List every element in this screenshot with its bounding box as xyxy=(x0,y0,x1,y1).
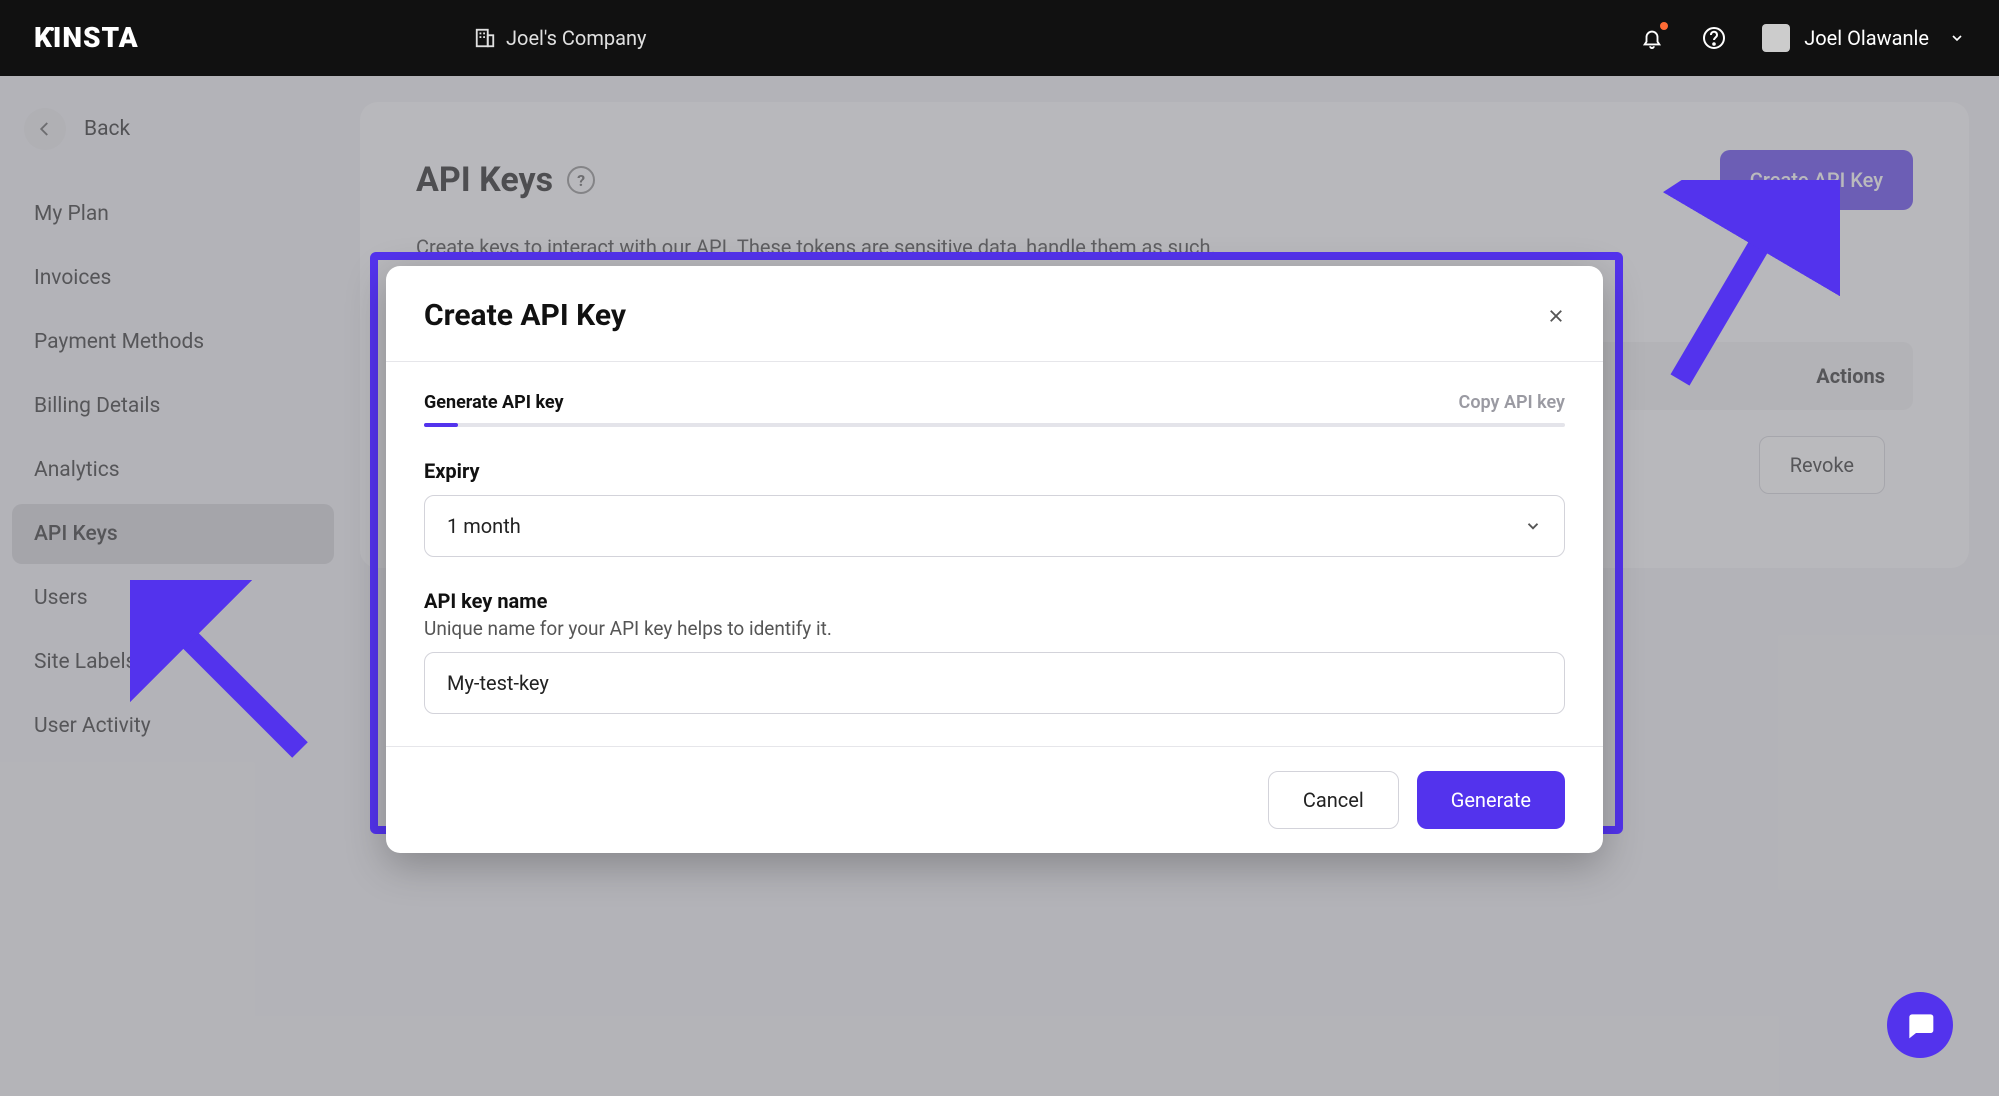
modal-body: Generate API key Copy API key Expiry 1 m… xyxy=(386,362,1603,746)
create-api-key-modal: Create API Key Generate API key Copy API… xyxy=(386,266,1603,853)
cancel-button[interactable]: Cancel xyxy=(1268,771,1399,829)
help-circle-icon xyxy=(1702,26,1726,50)
modal-steps: Generate API key Copy API key xyxy=(424,392,1565,413)
chevron-down-icon xyxy=(1949,30,1965,46)
help-button[interactable] xyxy=(1700,24,1728,52)
company-name: Joel's Company xyxy=(506,26,647,50)
topbar-right: Joel Olawanle xyxy=(1638,24,1965,52)
company-selector[interactable]: Joel's Company xyxy=(474,26,647,50)
modal-close-button[interactable] xyxy=(1547,307,1565,325)
kinsta-logo-icon: KINSTA xyxy=(34,23,164,53)
expiry-select[interactable]: 1 month xyxy=(424,495,1565,557)
progress-track xyxy=(424,423,1565,427)
step-copy: Copy API key xyxy=(1459,392,1565,413)
generate-button[interactable]: Generate xyxy=(1417,771,1565,829)
modal-title: Create API Key xyxy=(424,298,626,333)
notifications-button[interactable] xyxy=(1638,24,1666,52)
api-key-name-sub: Unique name for your API key helps to id… xyxy=(424,617,1565,640)
modal-footer: Cancel Generate xyxy=(386,746,1603,853)
api-key-name-input[interactable] xyxy=(424,652,1565,714)
chat-icon xyxy=(1904,1009,1936,1041)
avatar xyxy=(1762,24,1790,52)
progress-fill xyxy=(424,423,458,427)
building-icon xyxy=(474,27,496,49)
close-icon xyxy=(1547,307,1565,325)
expiry-label: Expiry xyxy=(424,459,1565,483)
svg-text:KINSTA: KINSTA xyxy=(34,23,139,53)
bell-icon xyxy=(1641,26,1663,50)
topbar-left: KINSTA Joel's Company xyxy=(34,23,647,53)
user-name: Joel Olawanle xyxy=(1804,26,1929,50)
user-menu[interactable]: Joel Olawanle xyxy=(1762,24,1965,52)
kinsta-logo[interactable]: KINSTA xyxy=(34,23,164,53)
chat-widget[interactable] xyxy=(1887,992,1953,1058)
expiry-value: 1 month xyxy=(447,514,521,538)
notification-dot xyxy=(1660,22,1668,30)
modal-header: Create API Key xyxy=(386,266,1603,361)
top-bar: KINSTA Joel's Company xyxy=(0,0,1999,76)
api-key-name-label: API key name xyxy=(424,589,1565,613)
chevron-down-icon xyxy=(1524,517,1542,535)
step-generate: Generate API key xyxy=(424,392,564,413)
